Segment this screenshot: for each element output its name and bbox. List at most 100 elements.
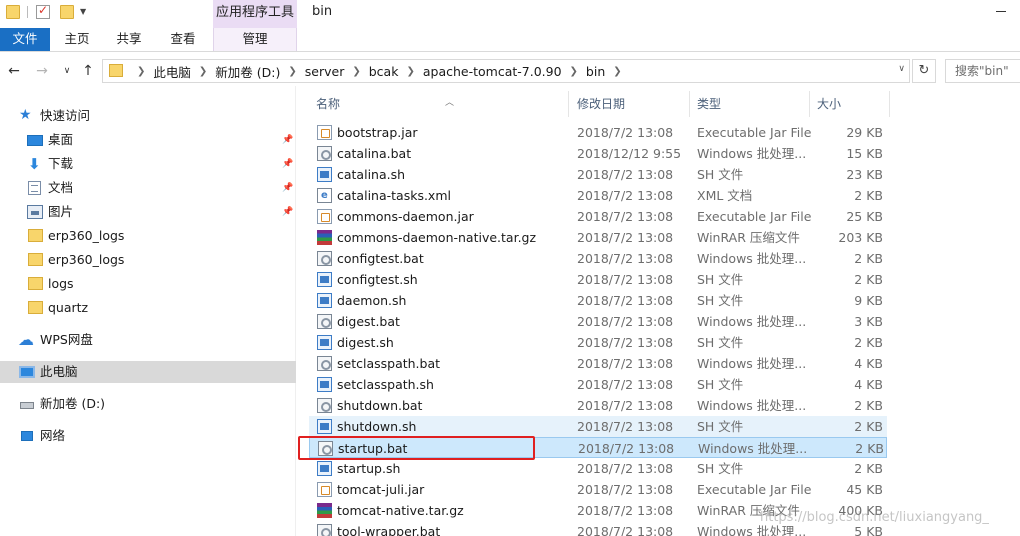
folder-icon xyxy=(109,64,123,77)
new-folder-icon[interactable] xyxy=(60,5,74,19)
table-row[interactable]: setclasspath.bat 2018/7/2 13:08 Windows 批处… xyxy=(309,353,887,374)
breadcrumb-bcak[interactable]: bcak xyxy=(369,64,399,79)
tab-share[interactable]: 共享 xyxy=(106,28,152,51)
sidebar-item-logs[interactable]: logs xyxy=(0,273,296,295)
xml-file-icon xyxy=(317,185,332,206)
sidebar-item-documents[interactable]: 文档 📌 xyxy=(0,177,296,199)
table-row[interactable]: shutdown.bat 2018/7/2 13:08 Windows 批处理...… xyxy=(309,395,887,416)
bat-file-icon xyxy=(317,524,332,536)
file-name: tomcat-juli.jar xyxy=(337,482,425,497)
tab-manage[interactable]: 管理 xyxy=(213,28,297,51)
sidebar-item-label: 此电脑 xyxy=(40,364,78,379)
navigation-pane: ★ 快速访问 桌面 📌 ⬇ 下载 📌 文档 📌 图片 📌 erp360_logs… xyxy=(0,86,296,536)
file-date: 2018/7/2 13:08 xyxy=(577,293,674,308)
pin-icon[interactable]: 📌 xyxy=(282,153,293,175)
pin-icon[interactable]: 📌 xyxy=(282,177,293,199)
address-bar[interactable]: ❯ 此电脑 ❯ 新加卷 (D:) ❯ server ❯ bcak ❯ apach… xyxy=(102,59,910,83)
file-name: digest.sh xyxy=(337,335,394,350)
table-row[interactable]: configtest.sh 2018/7/2 13:08 SH 文件 2 KB xyxy=(309,269,887,290)
tab-view[interactable]: 查看 xyxy=(160,28,206,51)
table-row[interactable]: commons-daemon.jar 2018/7/2 13:08 Executab… xyxy=(309,206,887,227)
folder-icon[interactable] xyxy=(6,5,20,19)
file-size: 29 KB xyxy=(846,125,883,140)
table-row[interactable]: digest.bat 2018/7/2 13:08 Windows 批处理... 3 … xyxy=(309,311,887,332)
address-history-chevron-icon[interactable]: ∨ xyxy=(898,64,905,74)
jar-file-icon xyxy=(317,209,332,224)
address-row: ← → ∨ ↑ ❯ 此电脑 ❯ 新加卷 (D:) ❯ server ❯ bcak… xyxy=(0,57,1020,85)
back-arrow-icon[interactable]: ← xyxy=(5,61,23,81)
column-header-name[interactable]: 名称 ︿ xyxy=(309,91,569,117)
breadcrumb-separator-icon[interactable]: ❯ xyxy=(199,66,207,77)
window-title: bin xyxy=(312,4,333,19)
rar-file-icon xyxy=(317,230,332,245)
tab-file[interactable]: 文件 xyxy=(0,28,50,51)
breadcrumb-separator-icon[interactable]: ❯ xyxy=(570,66,578,77)
sidebar-item-label: 下载 xyxy=(48,156,74,171)
breadcrumb-bin[interactable]: bin xyxy=(586,64,605,79)
sh-file-icon xyxy=(317,293,332,308)
table-row[interactable]: startup.sh 2018/7/2 13:08 SH 文件 2 KB xyxy=(309,458,887,479)
column-header-size[interactable]: 大小 xyxy=(810,91,890,117)
file-date: 2018/7/2 13:08 xyxy=(577,398,674,413)
file-date: 2018/7/2 13:08 xyxy=(577,272,674,287)
breadcrumb-this-pc[interactable]: 此电脑 xyxy=(153,62,191,81)
table-row[interactable]: setclasspath.sh 2018/7/2 13:08 SH 文件 4 KB xyxy=(309,374,887,395)
sidebar-item-erp360-logs[interactable]: erp360_logs xyxy=(0,225,296,247)
table-row[interactable]: configtest.bat 2018/7/2 13:08 Windows 批处理.… xyxy=(309,248,887,269)
table-row[interactable]: catalina.bat 2018/12/12 9:55 Windows 批处理..… xyxy=(309,143,887,164)
refresh-icon[interactable]: ↻ xyxy=(912,59,936,83)
file-size: 45 KB xyxy=(846,482,883,497)
recent-locations-chevron-icon[interactable]: ∨ xyxy=(58,61,76,81)
minimize-icon[interactable] xyxy=(996,11,1006,12)
sidebar-item-downloads[interactable]: ⬇ 下载 📌 xyxy=(0,153,296,175)
properties-check-icon[interactable] xyxy=(36,3,50,19)
breadcrumb-separator-icon[interactable]: ❯ xyxy=(137,66,145,77)
breadcrumb-separator-icon[interactable]: ❯ xyxy=(288,66,296,77)
sidebar-item-label: erp360_logs xyxy=(48,252,125,267)
sidebar-item-wps-drive[interactable]: ☁ WPS网盘 xyxy=(0,329,296,351)
breadcrumb-separator-icon[interactable]: ❯ xyxy=(406,66,414,77)
file-type: SH 文件 xyxy=(697,293,744,308)
file-name: shutdown.bat xyxy=(337,398,423,413)
sidebar-item-desktop[interactable]: 桌面 📌 xyxy=(0,129,296,151)
file-type: SH 文件 xyxy=(697,419,744,434)
column-header-type[interactable]: 类型 xyxy=(690,91,810,117)
table-row[interactable]: digest.sh 2018/7/2 13:08 SH 文件 2 KB xyxy=(309,332,887,353)
sidebar-item-label: quartz xyxy=(48,300,89,315)
table-row[interactable]: bootstrap.jar 2018/7/2 13:08 Executable Ja… xyxy=(309,122,887,143)
sidebar-item-drive-d[interactable]: 新加卷 (D:) xyxy=(0,393,296,415)
sidebar-item-this-pc[interactable]: 此电脑 xyxy=(0,361,296,383)
file-size: 2 KB xyxy=(854,272,883,287)
customize-toolbar-chevron-icon[interactable]: ▼ xyxy=(80,6,90,18)
up-arrow-icon[interactable]: ↑ xyxy=(79,61,97,81)
forward-arrow-icon[interactable]: → xyxy=(33,61,51,81)
sidebar-item-quick-access[interactable]: ★ 快速访问 xyxy=(0,105,296,127)
pin-icon[interactable]: 📌 xyxy=(282,201,293,223)
breadcrumb-server[interactable]: server xyxy=(305,64,345,79)
pin-icon[interactable]: 📌 xyxy=(282,129,293,151)
tab-home[interactable]: 主页 xyxy=(54,28,100,51)
sidebar-item-erp360-logs-2[interactable]: erp360_logs xyxy=(0,249,296,271)
file-date: 2018/7/2 13:08 xyxy=(577,230,674,245)
file-size: 2 KB xyxy=(854,335,883,350)
table-row[interactable]: shutdown.sh 2018/7/2 13:08 SH 文件 2 KB xyxy=(309,416,887,437)
sidebar-item-pictures[interactable]: 图片 📌 xyxy=(0,201,296,223)
table-row[interactable]: daemon.sh 2018/7/2 13:08 SH 文件 9 KB xyxy=(309,290,887,311)
table-row[interactable]: tomcat-juli.jar 2018/7/2 13:08 Executable … xyxy=(309,479,887,500)
breadcrumb-separator-icon[interactable]: ❯ xyxy=(352,66,360,77)
breadcrumb-tomcat[interactable]: apache-tomcat-7.0.90 xyxy=(423,64,562,79)
sidebar-item-quartz[interactable]: quartz xyxy=(0,297,296,319)
table-row[interactable]: catalina.sh 2018/7/2 13:08 SH 文件 23 KB xyxy=(309,164,887,185)
sidebar-item-network[interactable]: 网络 xyxy=(0,425,296,447)
search-box[interactable] xyxy=(945,59,1020,83)
file-size: 15 KB xyxy=(846,146,883,161)
jar-file-icon xyxy=(317,482,332,497)
breadcrumb-separator-icon[interactable]: ❯ xyxy=(613,66,621,77)
table-row[interactable]: catalina-tasks.xml 2018/7/2 13:08 XML 文档 2 … xyxy=(309,185,887,206)
breadcrumb-drive-d[interactable]: 新加卷 (D:) xyxy=(215,62,280,81)
file-size: 4 KB xyxy=(854,356,883,371)
table-row[interactable]: commons-daemon-native.tar.gz 2018/7/2 13:… xyxy=(309,227,887,248)
column-header-date[interactable]: 修改日期 xyxy=(570,91,690,117)
file-type: Windows 批处理... xyxy=(697,398,807,413)
search-input[interactable] xyxy=(946,60,1020,82)
